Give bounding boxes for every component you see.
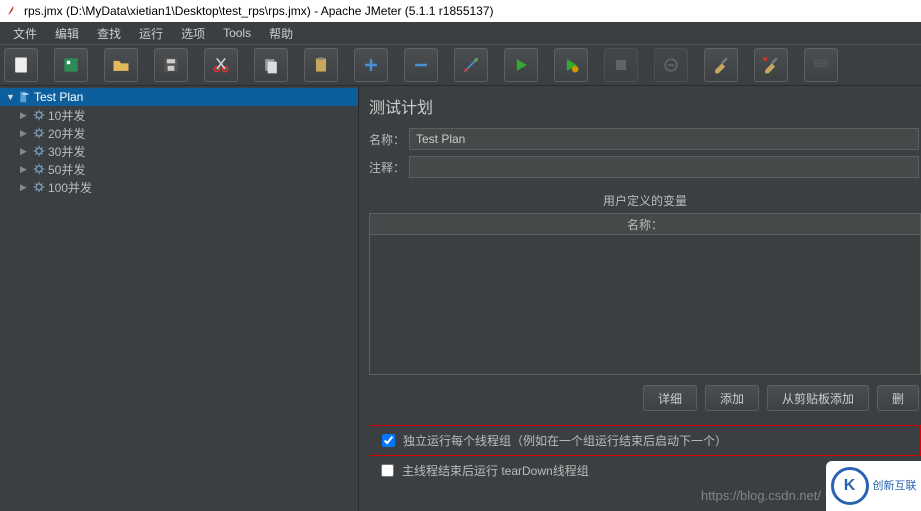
- consecutive-checkbox[interactable]: [382, 434, 395, 447]
- expand-arrow-icon[interactable]: ▼: [6, 92, 16, 102]
- cut-button[interactable]: [204, 48, 238, 82]
- paste-button[interactable]: [304, 48, 338, 82]
- templates-button[interactable]: [54, 48, 88, 82]
- tree-panel[interactable]: ▼ Test Plan ▶ 10并发 ▶ 20并发 ▶ 30并发 ▶ 50并发 ▶ 100并发: [0, 86, 359, 511]
- tree-node-label: 30并发: [48, 143, 85, 160]
- detail-button[interactable]: 详细: [643, 385, 697, 411]
- menu-tools[interactable]: Tools: [214, 26, 260, 40]
- clear-button[interactable]: [704, 48, 738, 82]
- start-button[interactable]: [504, 48, 538, 82]
- menu-help[interactable]: 帮助: [260, 25, 302, 42]
- button-row: 详细 添加 从剪贴板添加 删: [369, 385, 921, 411]
- copy-button[interactable]: [254, 48, 288, 82]
- detail-panel: 测试计划 名称： 注释： 用户定义的变量 名称： 详细 添加 从剪贴板添加 删 …: [359, 86, 921, 511]
- gear-icon: [30, 126, 48, 140]
- logo-glyph: K: [831, 467, 869, 505]
- add-from-clipboard-button[interactable]: 从剪贴板添加: [767, 385, 869, 411]
- tree-node-label: 50并发: [48, 161, 85, 178]
- gear-icon: [30, 108, 48, 122]
- start-no-pause-button[interactable]: [554, 48, 588, 82]
- teardown-label: 主线程结束后运行 tearDown线程组: [402, 462, 589, 479]
- vars-header: 用户定义的变量: [369, 192, 921, 209]
- testplan-icon: [16, 90, 34, 104]
- table-header[interactable]: 名称：: [369, 213, 921, 235]
- delete-button[interactable]: 删: [877, 385, 919, 411]
- menu-search[interactable]: 查找: [88, 25, 130, 42]
- comment-label: 注释：: [369, 159, 409, 176]
- tree-node-label: 20并发: [48, 125, 85, 142]
- teardown-checkbox[interactable]: [381, 464, 394, 477]
- app-icon: [6, 5, 18, 17]
- menu-bar: 文件 编辑 查找 运行 选项 Tools 帮助: [0, 22, 921, 44]
- gear-icon: [30, 162, 48, 176]
- logo-text: 创新互联: [873, 480, 917, 492]
- tree-node-2[interactable]: ▶ 30并发: [0, 142, 358, 160]
- toggle-button[interactable]: [454, 48, 488, 82]
- collapse-arrow-icon[interactable]: ▶: [20, 110, 30, 121]
- tree-node-0[interactable]: ▶ 10并发: [0, 106, 358, 124]
- logo-badge: K 创新互联: [826, 461, 921, 511]
- tree-node-3[interactable]: ▶ 50并发: [0, 160, 358, 178]
- menu-run[interactable]: 运行: [130, 25, 172, 42]
- new-button[interactable]: [4, 48, 38, 82]
- save-button[interactable]: [154, 48, 188, 82]
- tree-root[interactable]: ▼ Test Plan: [0, 88, 358, 106]
- collapse-arrow-icon[interactable]: ▶: [20, 146, 30, 157]
- toolbar: [0, 44, 921, 86]
- comment-input[interactable]: [409, 156, 919, 178]
- tree-root-label: Test Plan: [34, 90, 83, 104]
- search-button[interactable]: [804, 48, 838, 82]
- check-row-consecutive[interactable]: 独立运行每个线程组（例如在一个组运行结束后启动下一个）: [369, 425, 921, 456]
- title-bar: rps.jmx (D:\MyData\xietian1\Desktop\test…: [0, 0, 921, 22]
- collapse-arrow-icon[interactable]: ▶: [20, 164, 30, 175]
- table-body[interactable]: [369, 235, 921, 375]
- menu-file[interactable]: 文件: [4, 25, 46, 42]
- main-area: ▼ Test Plan ▶ 10并发 ▶ 20并发 ▶ 30并发 ▶ 50并发 ▶ 100并发 测…: [0, 86, 921, 511]
- collapse-arrow-icon[interactable]: ▶: [20, 182, 30, 193]
- tree-node-label: 100并发: [48, 179, 92, 196]
- open-button[interactable]: [104, 48, 138, 82]
- consecutive-label: 独立运行每个线程组（例如在一个组运行结束后启动下一个）: [403, 432, 727, 449]
- add-button[interactable]: 添加: [705, 385, 759, 411]
- window-title: rps.jmx (D:\MyData\xietian1\Desktop\test…: [24, 4, 494, 18]
- expand-button[interactable]: [354, 48, 388, 82]
- shutdown-button[interactable]: [654, 48, 688, 82]
- tree-node-4[interactable]: ▶ 100并发: [0, 178, 358, 196]
- collapse-button[interactable]: [404, 48, 438, 82]
- name-label: 名称：: [369, 131, 409, 148]
- collapse-arrow-icon[interactable]: ▶: [20, 128, 30, 139]
- stop-button[interactable]: [604, 48, 638, 82]
- gear-icon: [30, 144, 48, 158]
- tree-node-label: 10并发: [48, 107, 85, 124]
- clear-all-button[interactable]: [754, 48, 788, 82]
- tree-node-1[interactable]: ▶ 20并发: [0, 124, 358, 142]
- menu-edit[interactable]: 编辑: [46, 25, 88, 42]
- name-input[interactable]: [409, 128, 919, 150]
- watermark: https://blog.csdn.net/: [701, 488, 821, 503]
- gear-icon: [30, 180, 48, 194]
- col-name-label: 名称：: [627, 216, 663, 233]
- panel-title: 测试计划: [369, 94, 921, 118]
- menu-options[interactable]: 选项: [172, 25, 214, 42]
